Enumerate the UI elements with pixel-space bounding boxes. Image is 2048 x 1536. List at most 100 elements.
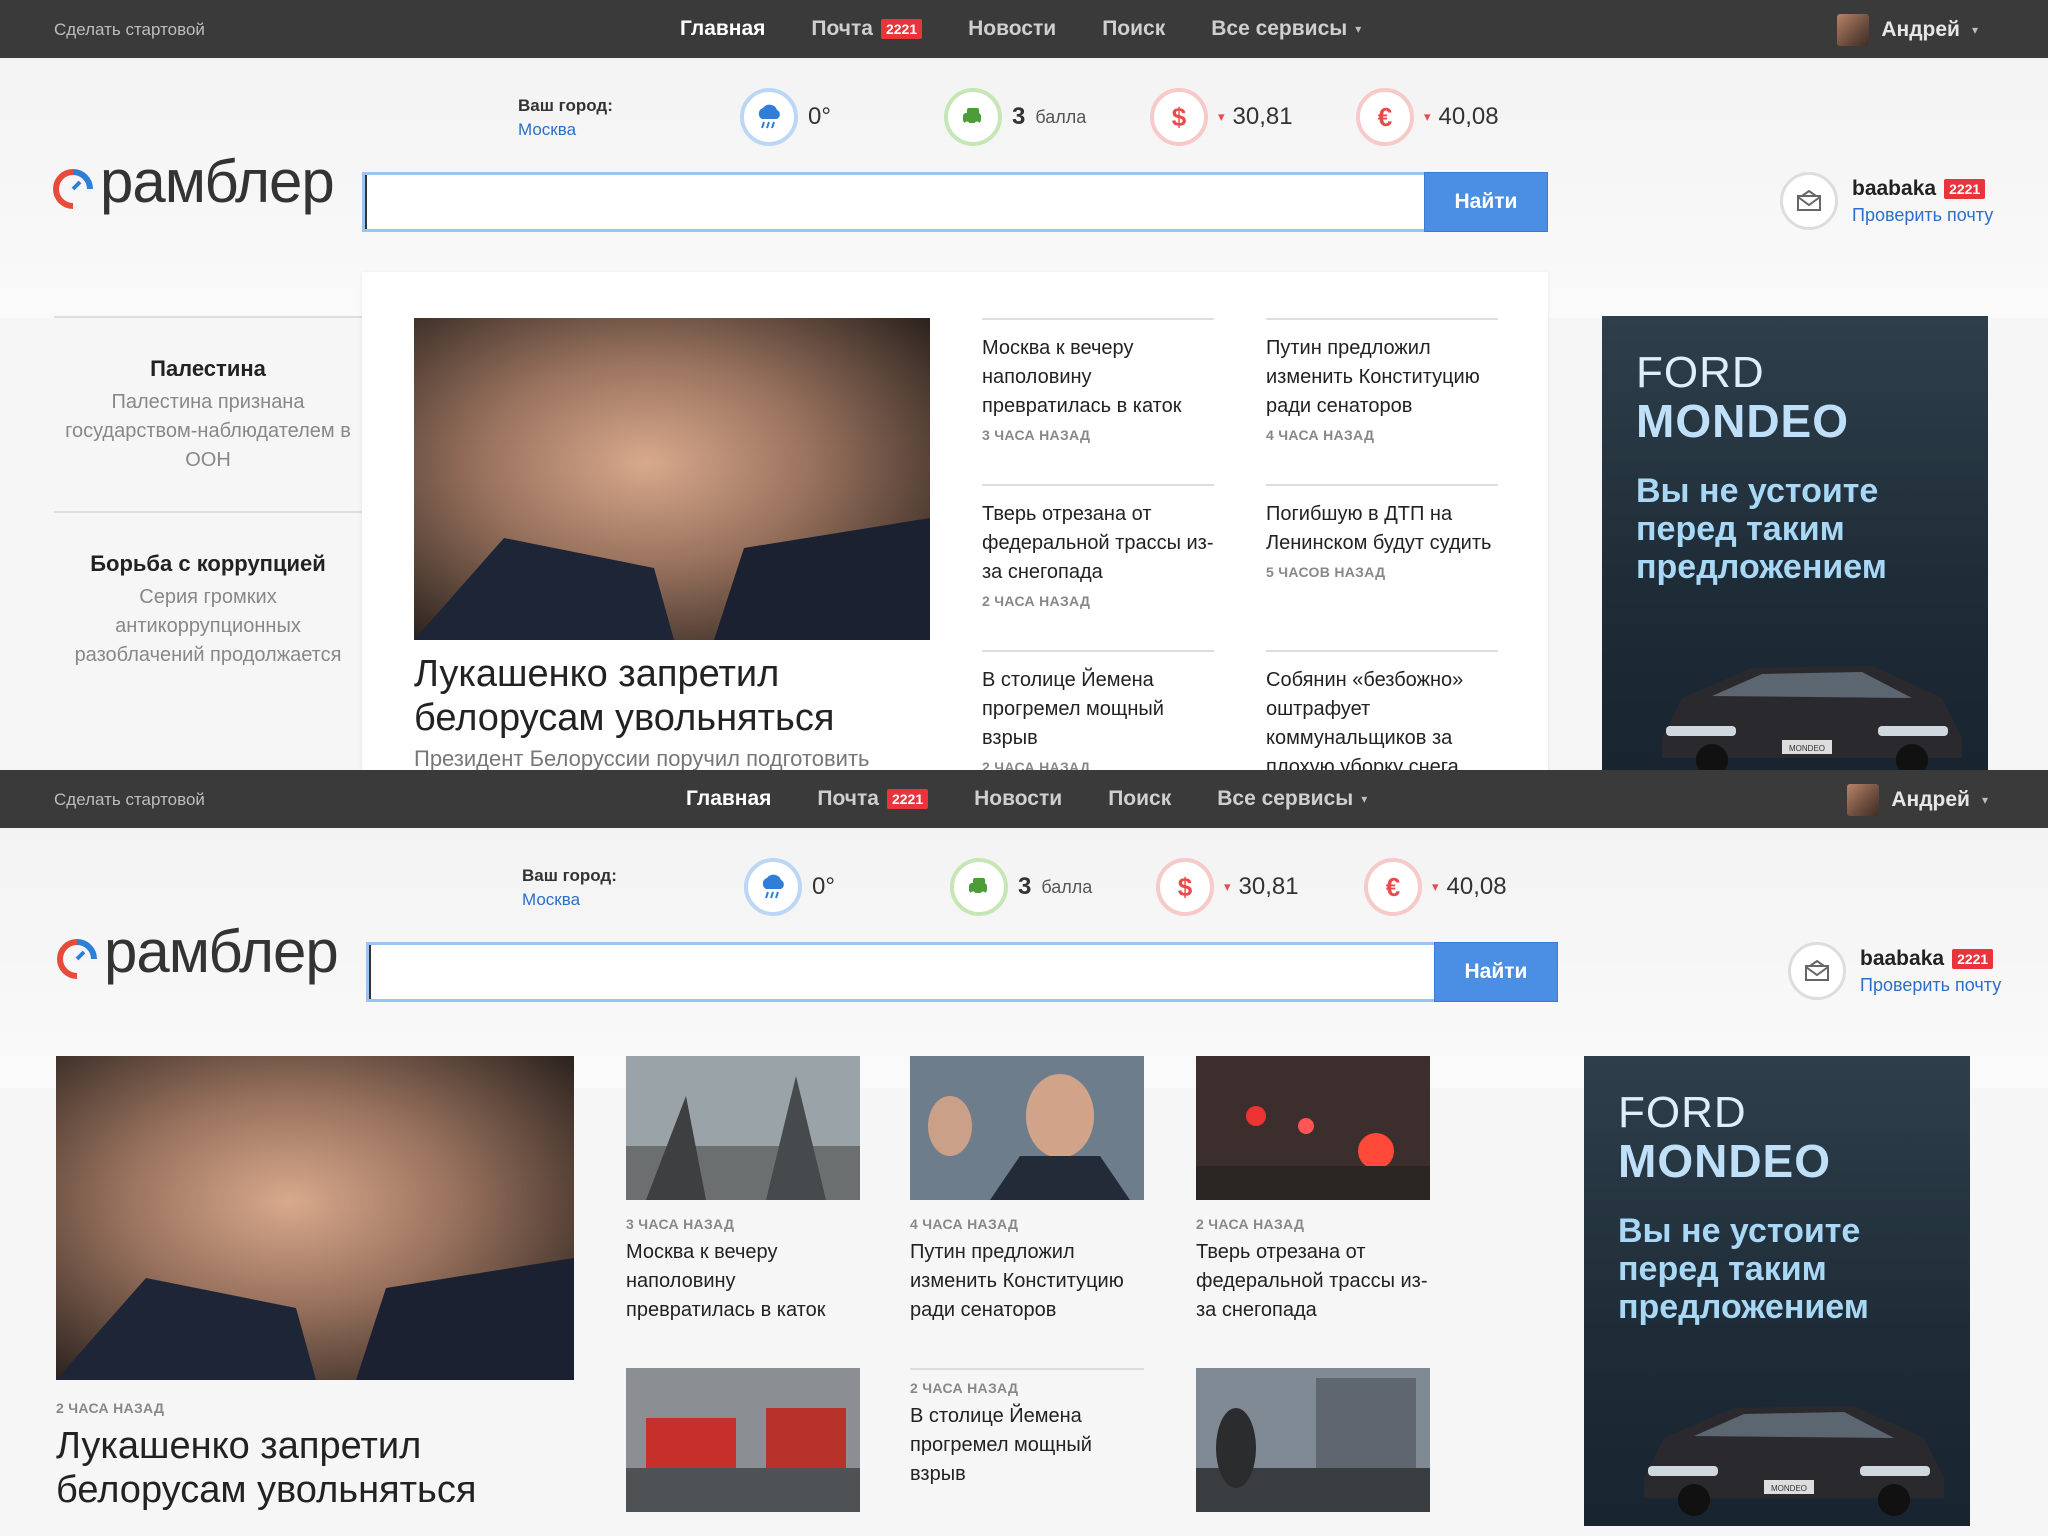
- info-row: Ваш город: Москва 0° 3 балла $ ▾ 30,81 €…: [0, 88, 2048, 148]
- news-headline: В столице Йемена прогремел мощный взрыв: [982, 669, 1164, 749]
- check-mail-link[interactable]: Проверить почту: [1852, 205, 1993, 226]
- chevron-down-icon: ▾: [1361, 792, 1368, 806]
- mail-count-badge: 2221: [1944, 178, 1986, 199]
- news-item[interactable]: 2 ЧАСА НАЗАД В столице Йемена прогремел …: [910, 1368, 1144, 1489]
- rambler-logo[interactable]: рамблер: [54, 918, 339, 985]
- news-item[interactable]: 2 ЧАСА НАЗАД Тверь отрезана от федеральн…: [1196, 1056, 1430, 1325]
- nav-label: Главная: [686, 787, 772, 810]
- nav-item-search[interactable]: Поиск: [1108, 787, 1171, 811]
- mail-count-badge: 2221: [886, 789, 929, 809]
- search-box: Найти: [366, 942, 1558, 1002]
- news-headline: Путин предложил изменить Конституцию рад…: [1266, 337, 1480, 417]
- usd-rate-widget[interactable]: $ ▾ 30,81: [1150, 88, 1293, 146]
- nav-item-search[interactable]: Поиск: [1102, 17, 1165, 41]
- user-menu[interactable]: Андрей ▾: [1847, 784, 1988, 816]
- news-time: 2 ЧАСА НАЗАД: [1196, 1216, 1305, 1232]
- city-label: Ваш город:: [518, 96, 613, 115]
- car-image: MONDEO: [1644, 1406, 1944, 1516]
- chevron-down-icon: ▾: [1424, 109, 1431, 124]
- news-headline: Собянин «безбожно» оштрафует коммунальщи…: [1266, 669, 1464, 770]
- city-label: Ваш город:: [522, 866, 617, 885]
- mail-count-badge: 2221: [880, 19, 923, 39]
- dollar-icon: $: [1150, 88, 1208, 146]
- city-link[interactable]: Москва: [518, 120, 613, 140]
- nav-item-main[interactable]: Главная: [680, 17, 765, 41]
- topic-desc: Серия громких антикоррупционных разоблач…: [74, 586, 342, 666]
- mail-login[interactable]: baabaka: [1860, 947, 1944, 971]
- search-button[interactable]: Найти: [1434, 942, 1558, 1002]
- news-time: 3 ЧАСА НАЗАД: [626, 1216, 735, 1232]
- user-menu[interactable]: Андрей ▾: [1837, 14, 1978, 46]
- news-item[interactable]: Собянин «безбожно» оштрафует коммунальщи…: [1266, 650, 1498, 770]
- news-thumbnail: [1196, 1056, 1430, 1200]
- top-bar: Сделать стартовой Главная Почта 2221 Ново…: [0, 770, 2048, 828]
- logo-wordmark: рамблер: [104, 918, 339, 985]
- news-item[interactable]: Путин предложил изменить Конституцию рад…: [1266, 318, 1498, 443]
- make-homepage-link[interactable]: Сделать стартовой: [54, 20, 205, 40]
- main-news-title[interactable]: Лукашенко запретил белорусам увольняться: [414, 652, 974, 740]
- news-headline: Москва к вечеру наполовину превратилась …: [982, 337, 1182, 417]
- make-homepage-link[interactable]: Сделать стартовой: [54, 790, 205, 810]
- news-item[interactable]: В столице Йемена прогремел мощный взрыв …: [982, 650, 1214, 770]
- mail-login[interactable]: baabaka: [1852, 177, 1936, 201]
- news-item[interactable]: [1196, 1368, 1430, 1512]
- news-item[interactable]: Тверь отрезана от федеральной трассы из-…: [982, 484, 1214, 609]
- chevron-down-icon: ▾: [1971, 23, 1978, 37]
- news-item[interactable]: [626, 1368, 860, 1512]
- weather-widget[interactable]: 0°: [744, 858, 835, 916]
- ad-brand-line1: FORD: [1618, 1088, 1747, 1137]
- nav-label: Новости: [968, 17, 1057, 40]
- mail-envelope-icon[interactable]: [1788, 942, 1846, 1000]
- news-item[interactable]: Москва к вечеру наполовину превратилась …: [982, 318, 1214, 443]
- euro-icon: €: [1364, 858, 1422, 916]
- news-thumbnail: [910, 1056, 1144, 1200]
- traffic-widget[interactable]: 3 балла: [950, 858, 1092, 916]
- topic-item[interactable]: Палестина Палестина признана государство…: [54, 316, 362, 511]
- news-item[interactable]: Погибшую в ДТП на Ленинском будут судить…: [1266, 484, 1498, 580]
- mail-widget: baabaka 2221 Проверить почту: [1780, 172, 1993, 230]
- news-headline: В столице Йемена прогремел мощный взрыв: [910, 1405, 1092, 1485]
- mail-widget: baabaka 2221 Проверить почту: [1788, 942, 2001, 1000]
- main-news-photo[interactable]: [56, 1056, 574, 1380]
- nav-label: Поиск: [1108, 787, 1172, 810]
- nav-item-mail[interactable]: Почта 2221: [817, 787, 929, 811]
- eur-rate-widget[interactable]: € ▾ 40,08: [1356, 88, 1499, 146]
- mail-envelope-icon[interactable]: [1780, 172, 1838, 230]
- ad-slogan: Вы не устоите перед таким предложением: [1636, 472, 1887, 586]
- city-link[interactable]: Москва: [522, 890, 617, 910]
- nav-item-news[interactable]: Новости: [968, 17, 1056, 41]
- nav-item-main[interactable]: Главная: [686, 787, 771, 811]
- check-mail-link[interactable]: Проверить почту: [1860, 975, 2001, 996]
- ford-mondeo-ad[interactable]: FORD MONDEO Вы не устоите перед таким пр…: [1584, 1056, 1970, 1526]
- main-news-photo[interactable]: [414, 318, 930, 640]
- nav-item-news[interactable]: Новости: [974, 787, 1062, 811]
- top-screenshot-panel: Сделать стартовой Главная Почта 2221 Ново…: [0, 0, 2048, 770]
- info-row: Ваш город: Москва 0° 3 балла $ ▾ 30,81 €…: [0, 858, 2048, 918]
- eur-rate-widget[interactable]: € ▾ 40,08: [1364, 858, 1507, 916]
- nav-item-all-services[interactable]: Все сервисы ▾: [1217, 787, 1367, 811]
- news-time: 3 ЧАСА НАЗАД: [982, 427, 1091, 443]
- city-selector: Ваш город: Москва: [522, 866, 617, 910]
- search-button[interactable]: Найти: [1424, 172, 1548, 232]
- rambler-logo[interactable]: рамблер: [50, 152, 335, 212]
- ford-mondeo-ad[interactable]: FORD MONDEO Вы не устоите перед таким пр…: [1602, 316, 1988, 770]
- search-input[interactable]: [366, 942, 1434, 1002]
- traffic-widget[interactable]: 3 балла: [944, 88, 1086, 146]
- news-thumbnail: [1196, 1368, 1430, 1512]
- search-input[interactable]: [362, 172, 1424, 232]
- nav-item-all-services[interactable]: Все сервисы ▾: [1211, 17, 1361, 41]
- temperature: 0°: [812, 873, 835, 900]
- topic-item[interactable]: Борьба с коррупцией Серия громких антико…: [54, 511, 362, 706]
- usd-rate-widget[interactable]: $ ▾ 30,81: [1156, 858, 1299, 916]
- traffic-unit: балла: [1041, 876, 1093, 897]
- nav-item-mail[interactable]: Почта 2221: [811, 17, 923, 41]
- nav-label: Поиск: [1102, 17, 1166, 40]
- news-item[interactable]: 3 ЧАСА НАЗАД Москва к вечеру наполовину …: [626, 1056, 860, 1325]
- main-news-title[interactable]: Лукашенко запретил белорусам увольняться: [56, 1424, 616, 1512]
- weather-widget[interactable]: 0°: [740, 88, 831, 146]
- topic-desc: Палестина признана государством-наблюдат…: [65, 391, 351, 471]
- nav-label: Все сервисы: [1211, 17, 1348, 40]
- news-headline: Погибшую в ДТП на Ленинском будут судить: [1266, 503, 1492, 554]
- news-item[interactable]: 4 ЧАСА НАЗАД Путин предложил изменить Ко…: [910, 1056, 1144, 1325]
- dollar-icon: $: [1156, 858, 1214, 916]
